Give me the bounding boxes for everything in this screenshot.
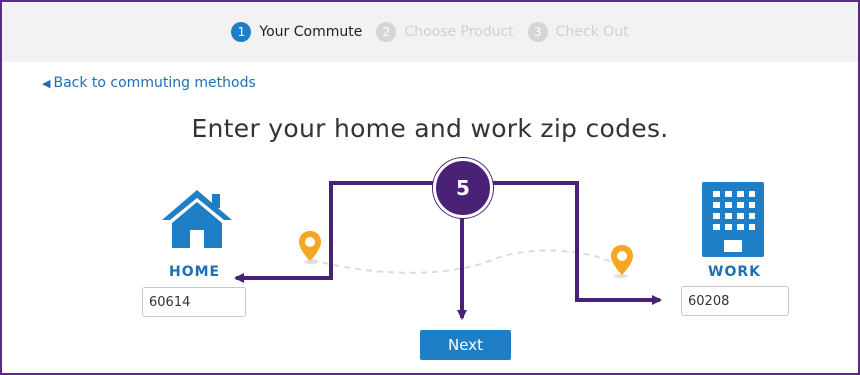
location-pin-icon <box>611 245 633 278</box>
location-pin-icon <box>299 231 321 264</box>
work-zip-input[interactable] <box>681 286 789 316</box>
commute-path <box>311 249 618 274</box>
step-number: 1 <box>231 22 252 42</box>
next-button[interactable]: Next <box>420 330 511 360</box>
step-number: 3 <box>527 22 548 42</box>
step-label: Choose Product <box>404 24 514 40</box>
step-number: 2 <box>376 22 397 42</box>
work-label: WORK <box>708 264 761 280</box>
home-zip-input[interactable] <box>142 287 246 317</box>
callout-badge: 5 <box>433 158 493 218</box>
home-label: HOME <box>169 264 221 280</box>
progress-steps: 1 Your Commute 2 Choose Product 3 Check … <box>2 2 858 62</box>
step-your-commute: 1 Your Commute <box>231 22 362 42</box>
step-check-out: 3 Check Out <box>527 22 629 42</box>
page-frame: 1 Your Commute 2 Choose Product 3 Check … <box>0 0 860 375</box>
step-label: Your Commute <box>259 24 363 40</box>
back-link[interactable]: ◀ Back to commuting methods <box>42 75 256 91</box>
back-caret-icon: ◀ <box>42 76 51 90</box>
back-link-label: Back to commuting methods <box>53 75 256 91</box>
office-building-icon <box>702 182 764 257</box>
step-label: Check Out <box>555 24 629 40</box>
page-title: Enter your home and work zip codes. <box>191 114 669 143</box>
home-icon <box>162 190 232 248</box>
step-choose-product: 2 Choose Product <box>376 22 514 42</box>
